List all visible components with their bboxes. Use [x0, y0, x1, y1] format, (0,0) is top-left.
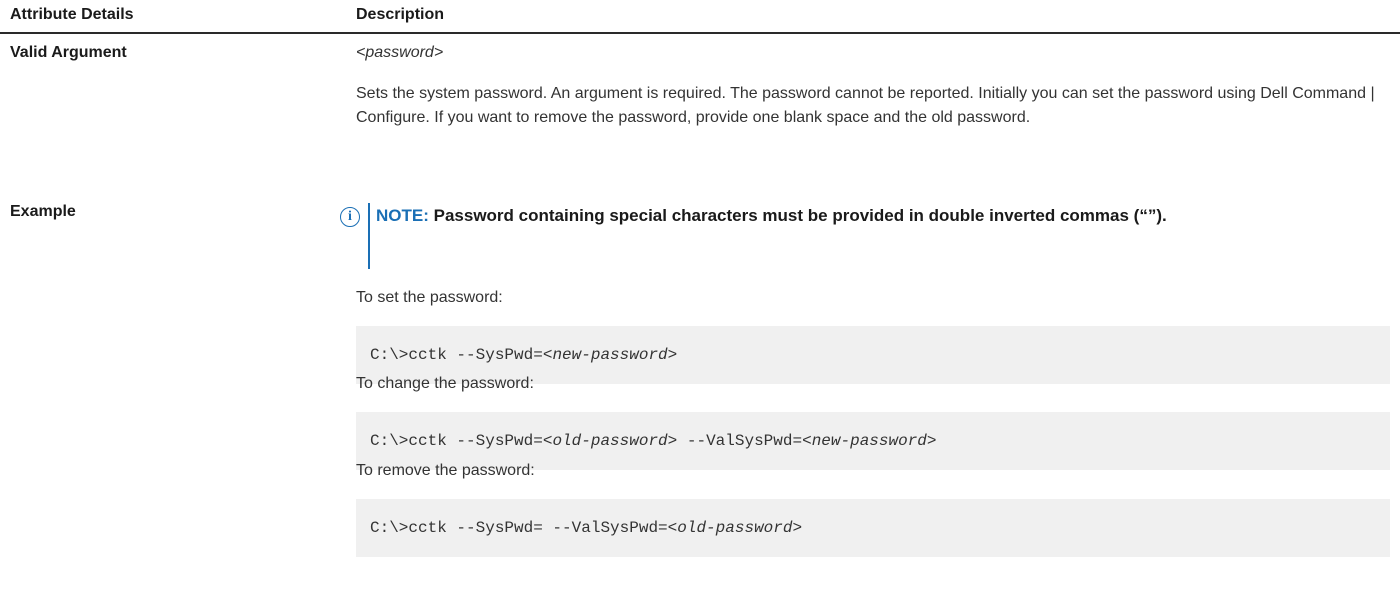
- header-attribute-details: Attribute Details: [10, 6, 134, 23]
- code-block-remove: C:\>cctk --SysPwd= --ValSysPwd=<old-pass…: [356, 499, 1390, 557]
- code-argument: new-password: [552, 346, 668, 364]
- header-description: Description: [356, 6, 445, 23]
- valid-argument-label: Valid Argument: [10, 44, 127, 61]
- step-change-password: To change the password:: [356, 375, 534, 392]
- note-label: NOTE:: [376, 206, 429, 225]
- info-icon: i: [340, 207, 360, 227]
- note-text: NOTE: Password containing special charac…: [376, 201, 1376, 230]
- code-segment: C:\>cctk --SysPwd= --ValSysPwd=<: [370, 519, 678, 537]
- code-argument: old-password: [552, 432, 668, 450]
- code-segment: >: [926, 432, 937, 450]
- description-paragraph: Sets the system password. An argument is…: [356, 85, 1375, 126]
- note-body: Password containing special characters m…: [433, 206, 1167, 225]
- code-segment: >: [792, 519, 803, 537]
- note-divider: [368, 203, 370, 269]
- code-argument: old-password: [677, 519, 793, 537]
- step-remove-password: To remove the password:: [356, 462, 535, 479]
- code-argument: new-password: [811, 432, 927, 450]
- code-segment: > --ValSysPwd=<: [667, 432, 812, 450]
- note-callout: i NOTE: Password containing special char…: [340, 201, 1390, 269]
- valid-argument-value: <password>: [356, 44, 444, 61]
- code-segment: C:\>cctk --SysPwd=<: [370, 432, 553, 450]
- table-header: Attribute Details Description: [0, 0, 1400, 34]
- code-segment: >: [667, 346, 678, 364]
- code-segment: C:\>cctk --SysPwd=<: [370, 346, 553, 364]
- example-label: Example: [10, 203, 76, 220]
- step-set-password: To set the password:: [356, 289, 503, 306]
